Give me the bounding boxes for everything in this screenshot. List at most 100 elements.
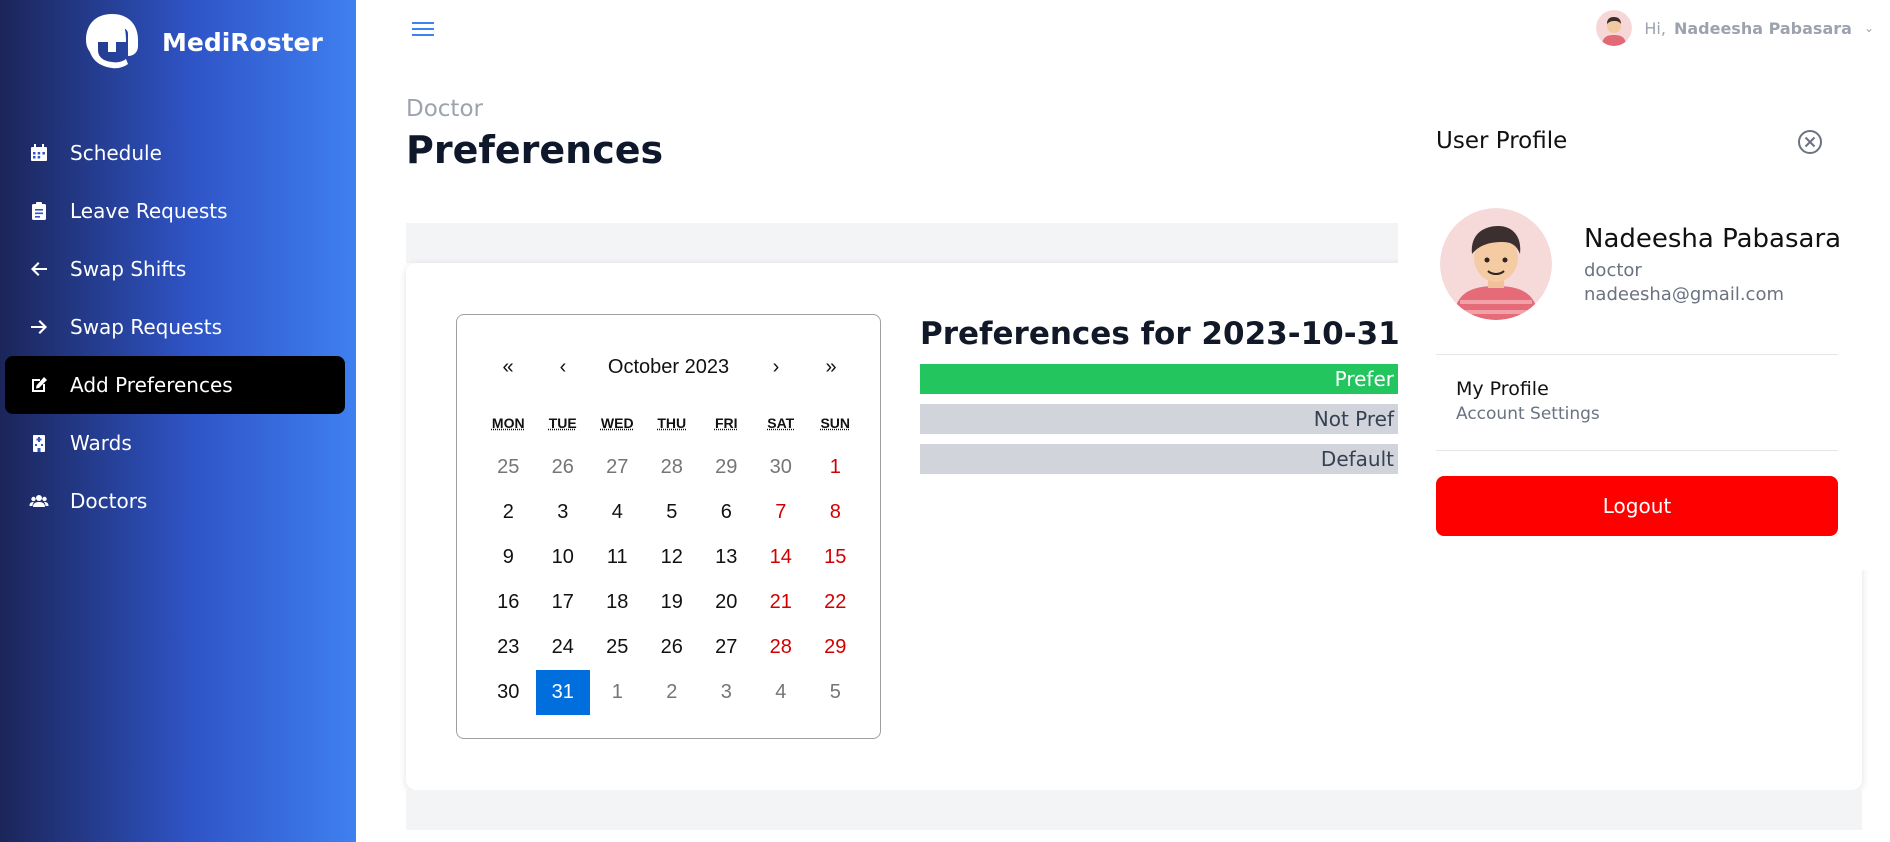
sidebar-item-label: Leave Requests xyxy=(70,199,228,223)
sidebar-item-label: Schedule xyxy=(70,141,162,165)
edit-icon xyxy=(25,371,53,399)
sidebar-item-label: Add Preferences xyxy=(70,373,233,397)
logout-button[interactable]: Logout xyxy=(1436,476,1838,536)
default-option[interactable]: Default xyxy=(920,444,1400,474)
my-profile-link[interactable]: My Profile Account Settings xyxy=(1456,378,1600,424)
calendar-day[interactable]: 12 xyxy=(645,535,700,580)
divider xyxy=(1436,450,1838,451)
my-profile-label: My Profile xyxy=(1456,378,1549,400)
calendar-day[interactable]: 6 xyxy=(699,490,754,535)
calendar-day[interactable]: 20 xyxy=(699,580,754,625)
sidebar-item-schedule[interactable]: Schedule xyxy=(5,124,345,182)
calendar-day[interactable]: 1 xyxy=(590,670,645,715)
calendar-day[interactable]: 7 xyxy=(754,490,809,535)
avatar xyxy=(1440,208,1552,320)
clipboard-icon xyxy=(25,197,53,225)
calendar-day[interactable]: 25 xyxy=(590,625,645,670)
profile-email: nadeesha@gmail.com xyxy=(1584,284,1784,305)
calendar-day[interactable]: 21 xyxy=(754,580,809,625)
calendar-day[interactable]: 3 xyxy=(699,670,754,715)
calendar-icon xyxy=(25,139,53,167)
divider xyxy=(1436,354,1838,355)
profile-name: Nadeesha Pabasara xyxy=(1584,224,1842,254)
brand[interactable]: MediRoster xyxy=(82,12,323,72)
calendar-day[interactable]: 19 xyxy=(645,580,700,625)
calendar-days: 25 26 27 28 29 30 1 2 3 4 5 6 7 8 9 10 11 12 13 14 15 16 17 18 1… xyxy=(481,445,863,715)
calendar-day[interactable]: 1 xyxy=(808,445,863,490)
calendar-day[interactable]: 26 xyxy=(645,625,700,670)
sidebar-item-doctors[interactable]: Doctors xyxy=(5,472,345,530)
calendar-day[interactable]: 2 xyxy=(645,670,700,715)
prev-month-button[interactable]: ‹ xyxy=(536,351,590,383)
calendar-day[interactable]: 8 xyxy=(808,490,863,535)
calendar-day[interactable]: 16 xyxy=(481,580,536,625)
calendar-day[interactable]: 28 xyxy=(645,445,700,490)
sidebar-item-swap-shifts[interactable]: Swap Shifts xyxy=(5,240,345,298)
sidebar-item-label: Wards xyxy=(70,431,132,455)
arrow-right-icon xyxy=(25,313,53,341)
profile-role: doctor xyxy=(1584,260,1642,281)
sidebar-item-leave-requests[interactable]: Leave Requests xyxy=(5,182,345,240)
building-icon xyxy=(25,429,53,457)
calendar: « ‹ October 2023 › » MON TUE WED THU FRI… xyxy=(456,314,881,739)
calendar-day[interactable]: 13 xyxy=(699,535,754,580)
prev-year-button[interactable]: « xyxy=(481,351,535,383)
calendar-day[interactable]: 30 xyxy=(481,670,536,715)
panel-title: User Profile xyxy=(1436,128,1568,154)
calendar-day-selected[interactable]: 31 xyxy=(535,670,590,715)
sidebar-item-label: Swap Requests xyxy=(70,315,223,339)
calendar-day[interactable]: 22 xyxy=(808,580,863,625)
calendar-day[interactable]: 11 xyxy=(590,535,645,580)
prefer-option[interactable]: Prefer xyxy=(920,364,1400,394)
calendar-day[interactable]: 10 xyxy=(536,535,591,580)
preferences-title: Preferences for 2023-10-31 xyxy=(920,316,1400,352)
chevron-down-icon: ⌄ xyxy=(1863,21,1874,35)
weekday-label: WED xyxy=(600,415,634,431)
sidebar-nav: Schedule Leave Requests Swap Shifts Swap… xyxy=(5,124,345,530)
weekday-label: SAT xyxy=(767,415,795,431)
weekday-label: THU xyxy=(657,415,687,431)
user-name: Nadeesha Pabasara xyxy=(1673,18,1852,38)
calendar-day[interactable]: 14 xyxy=(754,535,809,580)
calendar-day[interactable]: 4 xyxy=(590,490,645,535)
calendar-day[interactable]: 30 xyxy=(754,445,809,490)
calendar-day[interactable]: 5 xyxy=(645,490,700,535)
calendar-day[interactable]: 23 xyxy=(481,625,536,670)
weekday-label: FRI xyxy=(714,415,738,431)
calendar-day[interactable]: 28 xyxy=(754,625,809,670)
weekday-label: MON xyxy=(491,415,525,431)
weekday-label: SUN xyxy=(820,415,851,431)
calendar-weekdays: MON TUE WED THU FRI SAT SUN xyxy=(481,415,863,431)
calendar-day[interactable]: 9 xyxy=(481,535,536,580)
page-title: Preferences xyxy=(406,128,664,172)
calendar-day[interactable]: 26 xyxy=(536,445,591,490)
weekday-label: TUE xyxy=(548,415,577,431)
calendar-day[interactable]: 5 xyxy=(808,670,863,715)
calendar-day[interactable]: 17 xyxy=(536,580,591,625)
calendar-day[interactable]: 4 xyxy=(754,670,809,715)
close-icon[interactable] xyxy=(1796,128,1824,156)
calendar-day[interactable]: 2 xyxy=(481,490,536,535)
hamburger-menu-icon[interactable] xyxy=(412,18,434,40)
calendar-day[interactable]: 29 xyxy=(699,445,754,490)
calendar-day[interactable]: 3 xyxy=(536,490,591,535)
calendar-day[interactable]: 29 xyxy=(808,625,863,670)
calendar-day[interactable]: 24 xyxy=(536,625,591,670)
sidebar-item-add-preferences[interactable]: Add Preferences xyxy=(5,356,345,414)
calendar-day[interactable]: 18 xyxy=(590,580,645,625)
account-settings-label: Account Settings xyxy=(1456,404,1600,424)
next-month-button[interactable]: › xyxy=(749,351,803,383)
app-name: MediRoster xyxy=(162,27,323,57)
calendar-day[interactable]: 27 xyxy=(590,445,645,490)
next-year-button[interactable]: » xyxy=(804,351,858,383)
calendar-day[interactable]: 25 xyxy=(481,445,536,490)
not-prefer-option[interactable]: Not Pref xyxy=(920,404,1400,434)
sidebar-item-label: Doctors xyxy=(70,489,148,513)
month-label[interactable]: October 2023 xyxy=(607,351,730,383)
arrow-left-icon xyxy=(25,255,53,283)
calendar-day[interactable]: 15 xyxy=(808,535,863,580)
sidebar-item-swap-requests[interactable]: Swap Requests xyxy=(5,298,345,356)
sidebar-item-wards[interactable]: Wards xyxy=(5,414,345,472)
calendar-day[interactable]: 27 xyxy=(699,625,754,670)
user-menu-toggle[interactable]: Hi, Nadeesha Pabasara ⌄ xyxy=(1596,10,1874,46)
